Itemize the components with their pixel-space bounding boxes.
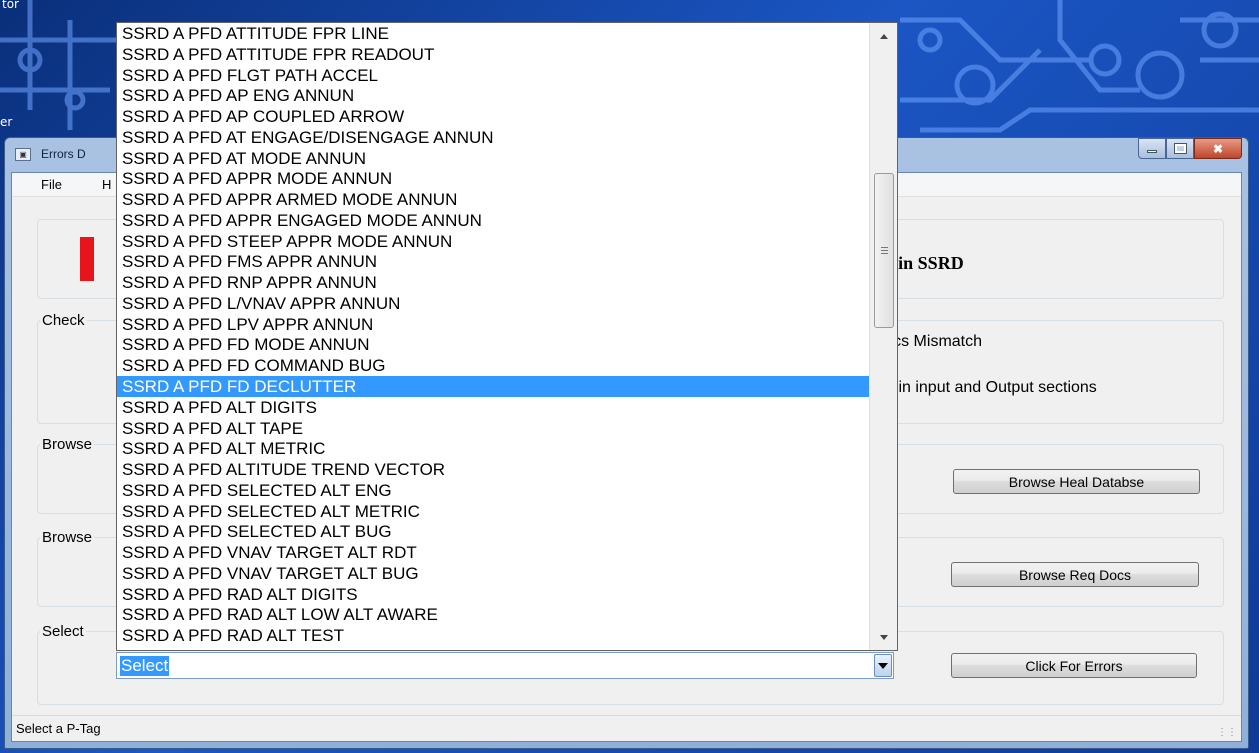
click-for-errors-button[interactable]: Click For Errors [951,653,1197,678]
scroll-up-button[interactable] [870,25,897,47]
dropdown-item[interactable]: SSRD A PFD SELECTED ALT METRIC [117,501,869,522]
dropdown-item[interactable]: SSRD A PFD RAD ALT DIGITS [117,584,869,605]
dropdown-item[interactable]: SSRD A PFD APPR ENGAGED MODE ANNUN [117,210,869,231]
dropdown-item[interactable]: SSRD A PFD FMS APPR ANNUN [117,251,869,272]
scroll-up-icon [879,33,888,39]
check-option-graphics-mismatch[interactable]: lics Mismatch [886,333,982,351]
chevron-down-icon [878,662,888,669]
status-bar: Select a P-Tag ⋮⋮ [12,715,1241,741]
dropdown-items: SSRD A PFD ATTITUDE FPR LINE SSRD A PFD A… [117,23,869,650]
combobox-dropdown-button[interactable] [874,654,892,677]
scroll-down-icon [879,634,888,640]
dropdown-item[interactable]: SSRD A PFD APPR ARMED MODE ANNUN [117,189,869,210]
minimize-button[interactable] [1138,138,1166,159]
dropdown-item[interactable]: SSRD A PFD FLGT PATH ACCEL [117,65,869,86]
dropdown-scrollbar[interactable] [869,23,897,650]
dropdown-item[interactable]: SSRD A PFD L/VNAV APPR ANNUN [117,293,869,314]
app-icon[interactable]: ▣ [15,148,31,161]
dropdown-item[interactable]: SSRD A PFD VNAV TARGET ALT BUG [117,563,869,584]
grip-icon [880,247,888,254]
dropdown-item[interactable]: SSRD A PFD LPV APPR ANNUN [117,314,869,335]
dropdown-item[interactable]: SSRD A PFD AP COUPLED ARROW [117,106,869,127]
close-icon: ✖ [1212,141,1224,156]
dropdown-item[interactable]: SSRD A PFD ALT TAPE [117,418,869,439]
browse-req-docs-button[interactable]: Browse Req Docs [951,562,1199,587]
dropdown-item[interactable]: SSRD A PFD VNAV TARGET ALT RDT [117,542,869,563]
status-text: Select a P-Tag [16,721,101,736]
ptag-dropdown-list[interactable]: SSRD A PFD ATTITUDE FPR LINE SSRD A PFD A… [116,22,898,651]
dropdown-item[interactable]: SSRD A PFD STEEP APPR MODE ANNUN [117,231,869,252]
dropdown-item[interactable]: SSRD A PFD ALT METRIC [117,438,869,459]
check-group-label: Check [40,312,87,329]
dropdown-item[interactable]: SSRD A PFD RAD ALT LOW ALT AWARE [117,604,869,625]
maximize-button[interactable] [1166,138,1194,159]
check-option-input-output[interactable]: s in input and Output sections [886,379,1097,397]
dropdown-item[interactable]: SSRD A PFD AT MODE ANNUN [117,148,869,169]
dropdown-item[interactable]: SSRD A PFD AT ENGAGE/DISENGAGE ANNUN [117,127,869,148]
select-group-label: Select [40,623,86,640]
dropdown-item[interactable]: SSRD A PFD ATTITUDE FPR LINE [117,23,869,44]
browse-heal-group-label: Browse [40,436,95,453]
close-button[interactable]: ✖ [1194,138,1242,159]
menu-help[interactable]: H [102,177,111,192]
browse-req-group-label: Browse [40,529,95,546]
dropdown-item[interactable]: SSRD A PFD ALTITUDE TREND VECTOR [117,459,869,480]
banner-red-marker [80,237,94,281]
ptag-combobox-value[interactable]: Select [120,656,170,676]
scroll-down-button[interactable] [870,626,897,648]
dropdown-item[interactable]: SSRD A PFD RNP APPR ANNUN [117,272,869,293]
ptag-combobox[interactable]: Select [116,652,894,679]
minimize-icon [1147,150,1157,153]
dropdown-item[interactable]: SSRD A PFD APPR MODE ANNUN [117,168,869,189]
dropdown-item[interactable]: SSRD A PFD FD DECLUTTER [117,376,869,397]
dropdown-item[interactable]: SSRD A PFD SELECTED ALT BUG [117,521,869,542]
browse-heal-database-button[interactable]: Browse Heal Databse [953,469,1200,494]
dropdown-item[interactable]: SSRD A PFD ATTITUDE FPR READOUT [117,44,869,65]
dropdown-item[interactable]: SSRD A PFD AP ENG ANNUN [117,85,869,106]
dropdown-item[interactable]: SSRD A PFD ALT DIGITS [117,397,869,418]
dropdown-item[interactable]: SSRD A PFD FD MODE ANNUN [117,334,869,355]
desktop-icon-label[interactable]: er [0,115,12,129]
dropdown-item[interactable]: SSRD A PFD SELECTED ALT ENG [117,480,869,501]
window-title: Errors D [41,147,86,161]
dropdown-item[interactable]: SSRD A PFD FD COMMAND BUG [117,355,869,376]
desktop-icon-label[interactable]: tor [2,0,19,11]
dropdown-item[interactable]: SSRD A PFD RAD ALT TEST [117,625,869,646]
scroll-thumb[interactable] [874,173,894,328]
maximize-icon [1173,143,1187,154]
menu-file[interactable]: File [41,177,62,192]
window-controls: ✖ [1138,138,1242,160]
resize-grip-icon[interactable]: ⋮⋮ [1217,727,1237,738]
